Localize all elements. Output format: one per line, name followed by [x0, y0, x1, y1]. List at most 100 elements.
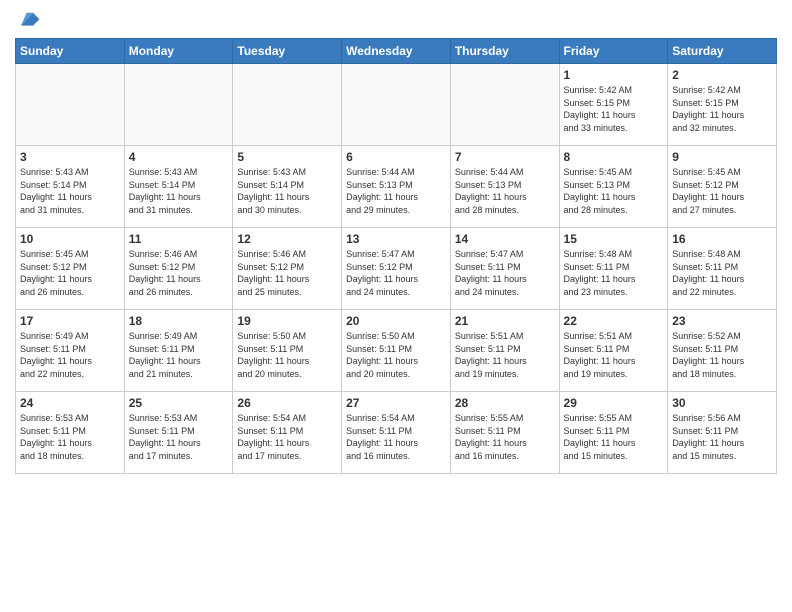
day-info: Sunrise: 5:47 AMSunset: 5:12 PMDaylight:… — [346, 248, 446, 298]
day-number: 27 — [346, 396, 446, 410]
day-info: Sunrise: 5:55 AMSunset: 5:11 PMDaylight:… — [564, 412, 664, 462]
calendar-cell — [342, 64, 451, 146]
calendar-cell: 18 Sunrise: 5:49 AMSunset: 5:11 PMDayligh… — [124, 310, 233, 392]
day-info: Sunrise: 5:48 AMSunset: 5:11 PMDaylight:… — [672, 248, 772, 298]
calendar-cell: 4 Sunrise: 5:43 AMSunset: 5:14 PMDaylight… — [124, 146, 233, 228]
calendar-cell: 2 Sunrise: 5:42 AMSunset: 5:15 PMDaylight… — [668, 64, 777, 146]
day-number: 6 — [346, 150, 446, 164]
calendar-cell: 20 Sunrise: 5:50 AMSunset: 5:11 PMDayligh… — [342, 310, 451, 392]
day-info: Sunrise: 5:44 AMSunset: 5:13 PMDaylight:… — [455, 166, 555, 216]
calendar-cell: 26 Sunrise: 5:54 AMSunset: 5:11 PMDayligh… — [233, 392, 342, 474]
day-info: Sunrise: 5:50 AMSunset: 5:11 PMDaylight:… — [346, 330, 446, 380]
day-number: 18 — [129, 314, 229, 328]
day-info: Sunrise: 5:45 AMSunset: 5:12 PMDaylight:… — [672, 166, 772, 216]
day-info: Sunrise: 5:42 AMSunset: 5:15 PMDaylight:… — [564, 84, 664, 134]
calendar-cell: 30Sunrise: 5:56 AMSunset: 5:11 PMDayligh… — [668, 392, 777, 474]
calendar-cell: 24 Sunrise: 5:53 AMSunset: 5:11 PMDayligh… — [16, 392, 125, 474]
calendar-cell: 10 Sunrise: 5:45 AMSunset: 5:12 PMDayligh… — [16, 228, 125, 310]
day-info: Sunrise: 5:51 AMSunset: 5:11 PMDaylight:… — [564, 330, 664, 380]
day-info: Sunrise: 5:52 AMSunset: 5:11 PMDaylight:… — [672, 330, 772, 380]
calendar-cell: 1 Sunrise: 5:42 AMSunset: 5:15 PMDaylight… — [559, 64, 668, 146]
day-info: Sunrise: 5:56 AMSunset: 5:11 PMDaylight:… — [672, 412, 772, 462]
calendar-cell: 28 Sunrise: 5:55 AMSunset: 5:11 PMDayligh… — [450, 392, 559, 474]
calendar-cell: 7 Sunrise: 5:44 AMSunset: 5:13 PMDaylight… — [450, 146, 559, 228]
header — [15, 10, 777, 30]
calendar-cell: 22 Sunrise: 5:51 AMSunset: 5:11 PMDayligh… — [559, 310, 668, 392]
day-number: 26 — [237, 396, 337, 410]
day-number: 22 — [564, 314, 664, 328]
calendar-cell: 8Sunrise: 5:45 AMSunset: 5:13 PMDaylight… — [559, 146, 668, 228]
calendar-cell: 6 Sunrise: 5:44 AMSunset: 5:13 PMDaylight… — [342, 146, 451, 228]
calendar-cell — [450, 64, 559, 146]
day-number: 4 — [129, 150, 229, 164]
day-number: 16 — [672, 232, 772, 246]
weekday-header-wednesday: Wednesday — [342, 39, 451, 64]
day-info: Sunrise: 5:46 AMSunset: 5:12 PMDaylight:… — [237, 248, 337, 298]
day-info: Sunrise: 5:42 AMSunset: 5:15 PMDaylight:… — [672, 84, 772, 134]
day-info: Sunrise: 5:50 AMSunset: 5:11 PMDaylight:… — [237, 330, 337, 380]
day-number: 2 — [672, 68, 772, 82]
day-info: Sunrise: 5:54 AMSunset: 5:11 PMDaylight:… — [237, 412, 337, 462]
calendar-cell: 11 Sunrise: 5:46 AMSunset: 5:12 PMDayligh… — [124, 228, 233, 310]
logo — [15, 10, 41, 30]
day-number: 21 — [455, 314, 555, 328]
calendar-cell — [233, 64, 342, 146]
day-info: Sunrise: 5:43 AMSunset: 5:14 PMDaylight:… — [129, 166, 229, 216]
calendar-cell: 13Sunrise: 5:47 AMSunset: 5:12 PMDayligh… — [342, 228, 451, 310]
day-number: 25 — [129, 396, 229, 410]
day-info: Sunrise: 5:43 AMSunset: 5:14 PMDaylight:… — [20, 166, 120, 216]
day-number: 1 — [564, 68, 664, 82]
logo-icon — [17, 10, 41, 30]
day-number: 29 — [564, 396, 664, 410]
calendar-cell — [124, 64, 233, 146]
day-number: 5 — [237, 150, 337, 164]
day-number: 8 — [564, 150, 664, 164]
day-number: 23 — [672, 314, 772, 328]
day-info: Sunrise: 5:49 AMSunset: 5:11 PMDaylight:… — [129, 330, 229, 380]
weekday-header-friday: Friday — [559, 39, 668, 64]
day-info: Sunrise: 5:45 AMSunset: 5:12 PMDaylight:… — [20, 248, 120, 298]
day-number: 28 — [455, 396, 555, 410]
day-number: 3 — [20, 150, 120, 164]
page-container: SundayMondayTuesdayWednesdayThursdayFrid… — [0, 0, 792, 479]
day-info: Sunrise: 5:46 AMSunset: 5:12 PMDaylight:… — [129, 248, 229, 298]
day-info: Sunrise: 5:47 AMSunset: 5:11 PMDaylight:… — [455, 248, 555, 298]
day-info: Sunrise: 5:55 AMSunset: 5:11 PMDaylight:… — [455, 412, 555, 462]
calendar-week-1: 1 Sunrise: 5:42 AMSunset: 5:15 PMDaylight… — [16, 64, 777, 146]
calendar-cell: 23 Sunrise: 5:52 AMSunset: 5:11 PMDayligh… — [668, 310, 777, 392]
day-number: 15 — [564, 232, 664, 246]
day-number: 14 — [455, 232, 555, 246]
day-number: 11 — [129, 232, 229, 246]
day-number: 9 — [672, 150, 772, 164]
day-number: 24 — [20, 396, 120, 410]
day-info: Sunrise: 5:49 AMSunset: 5:11 PMDaylight:… — [20, 330, 120, 380]
day-number: 10 — [20, 232, 120, 246]
day-number: 19 — [237, 314, 337, 328]
weekday-header-tuesday: Tuesday — [233, 39, 342, 64]
day-number: 17 — [20, 314, 120, 328]
calendar-week-3: 10 Sunrise: 5:45 AMSunset: 5:12 PMDayligh… — [16, 228, 777, 310]
calendar-cell: 15Sunrise: 5:48 AMSunset: 5:11 PMDayligh… — [559, 228, 668, 310]
weekday-header-thursday: Thursday — [450, 39, 559, 64]
calendar-cell: 3 Sunrise: 5:43 AMSunset: 5:14 PMDaylight… — [16, 146, 125, 228]
day-number: 20 — [346, 314, 446, 328]
day-number: 12 — [237, 232, 337, 246]
day-info: Sunrise: 5:53 AMSunset: 5:11 PMDaylight:… — [129, 412, 229, 462]
calendar-cell: 5 Sunrise: 5:43 AMSunset: 5:14 PMDaylight… — [233, 146, 342, 228]
day-info: Sunrise: 5:43 AMSunset: 5:14 PMDaylight:… — [237, 166, 337, 216]
day-info: Sunrise: 5:44 AMSunset: 5:13 PMDaylight:… — [346, 166, 446, 216]
calendar-cell: 19 Sunrise: 5:50 AMSunset: 5:11 PMDayligh… — [233, 310, 342, 392]
calendar-cell: 16 Sunrise: 5:48 AMSunset: 5:11 PMDayligh… — [668, 228, 777, 310]
day-info: Sunrise: 5:54 AMSunset: 5:11 PMDaylight:… — [346, 412, 446, 462]
weekday-header-sunday: Sunday — [16, 39, 125, 64]
calendar-week-4: 17 Sunrise: 5:49 AMSunset: 5:11 PMDayligh… — [16, 310, 777, 392]
calendar-cell: 25 Sunrise: 5:53 AMSunset: 5:11 PMDayligh… — [124, 392, 233, 474]
calendar-cell: 12 Sunrise: 5:46 AMSunset: 5:12 PMDayligh… — [233, 228, 342, 310]
calendar-cell — [16, 64, 125, 146]
weekday-header-monday: Monday — [124, 39, 233, 64]
calendar-cell: 27 Sunrise: 5:54 AMSunset: 5:11 PMDayligh… — [342, 392, 451, 474]
day-info: Sunrise: 5:53 AMSunset: 5:11 PMDaylight:… — [20, 412, 120, 462]
calendar-week-5: 24 Sunrise: 5:53 AMSunset: 5:11 PMDayligh… — [16, 392, 777, 474]
weekday-header-row: SundayMondayTuesdayWednesdayThursdayFrid… — [16, 39, 777, 64]
day-number: 7 — [455, 150, 555, 164]
